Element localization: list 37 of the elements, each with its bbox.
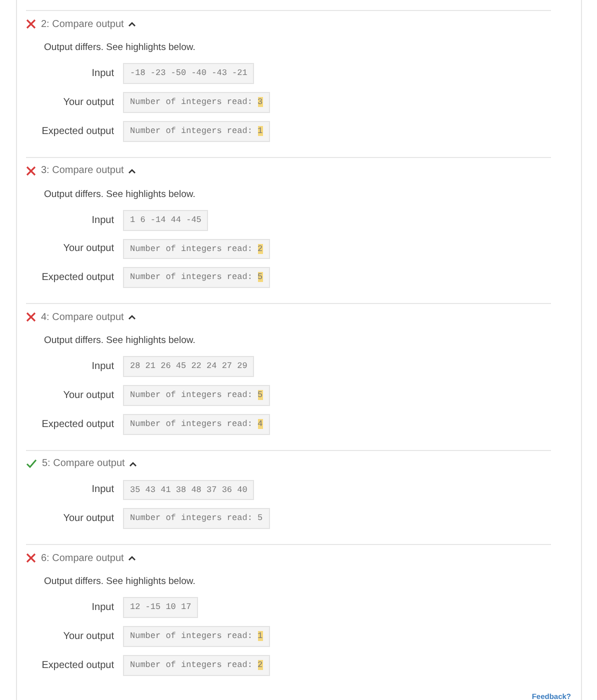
result-message: Output differs. See highlights below. (44, 41, 196, 55)
row-label: Expected output (40, 124, 115, 139)
row-label: Your output (62, 242, 115, 256)
row-label: Your output (62, 388, 115, 403)
test-header-toggle[interactable]: 6: Compare output (41, 550, 136, 566)
output-box: Number of integers read: 2 (123, 238, 270, 260)
test-header-toggle[interactable]: 2: Compare output (41, 16, 136, 32)
row-label: Your output (62, 96, 115, 110)
output-box: Number of integers read: 4 (123, 414, 270, 434)
output-box: Number of integers read: 5 (123, 508, 270, 529)
row-label: Input (90, 601, 115, 616)
row-label: Input (90, 214, 115, 228)
row-label: Input (90, 483, 115, 498)
result-message: Output differs. See highlights below. (44, 188, 196, 202)
output-box: 28 21 26 45 22 24 27 29 (123, 356, 254, 377)
output-box: Number of integers read: 1 (123, 626, 270, 647)
output-box: Number of integers read: 5 (123, 385, 270, 406)
output-box: -18 -23 -50 -40 -43 -21 (123, 63, 254, 84)
output-box: 1 6 -14 44 -45 (123, 210, 208, 230)
test-header-toggle[interactable]: 4: Compare output (41, 310, 136, 324)
output-box: Number of integers read: 2 (123, 654, 270, 676)
row-label: Input (90, 360, 115, 374)
result-message: Output differs. See highlights below. (44, 575, 196, 589)
row-label: Input (90, 67, 115, 82)
test-header-toggle[interactable]: 3: Compare output (41, 163, 136, 178)
output-box: 35 43 41 38 48 37 36 40 (123, 480, 254, 500)
output-box: Number of integers read: 5 (123, 267, 270, 288)
row-label: Your output (62, 512, 115, 526)
row-label: Expected output (40, 418, 115, 432)
row-label: Expected output (40, 271, 115, 286)
result-message: Output differs. See highlights below. (44, 334, 196, 348)
row-label: Expected output (40, 658, 115, 673)
row-label: Your output (62, 630, 115, 644)
output-box: Number of integers read: 1 (123, 120, 270, 142)
output-box: 12 -15 10 17 (123, 597, 198, 618)
output-box: Number of integers read: 3 (123, 92, 270, 113)
test-header-toggle[interactable]: 5: Compare output (42, 456, 137, 471)
